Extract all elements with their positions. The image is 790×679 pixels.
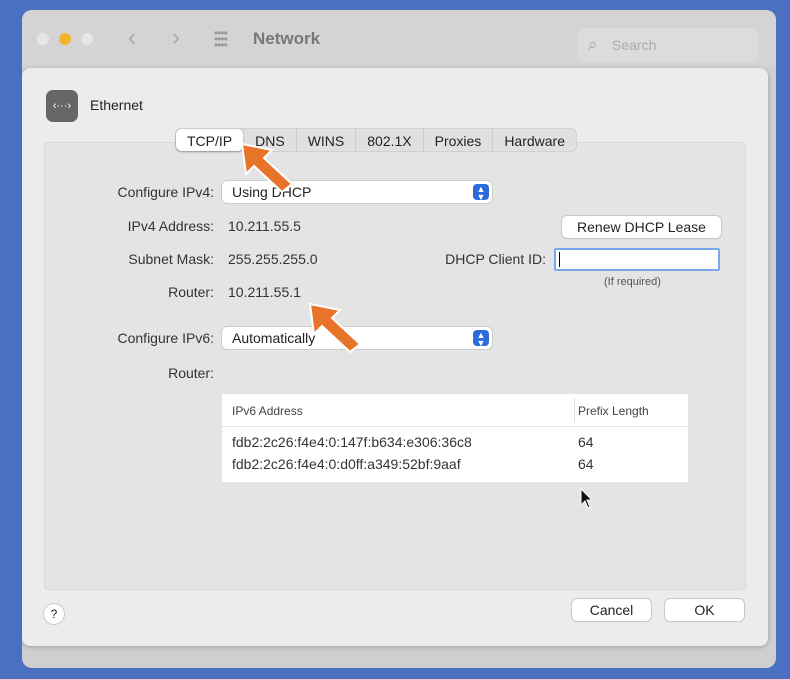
column-header-ipv6-address[interactable]: IPv6 Address <box>232 404 303 418</box>
search-icon: ⌕ <box>588 35 598 54</box>
tab-proxies[interactable]: Proxies <box>422 129 493 151</box>
title-bar: ‹ › •••• •••• •••• Network ⌕ Search <box>22 10 776 68</box>
tab-hardware[interactable]: Hardware <box>492 129 576 151</box>
cancel-button[interactable]: Cancel <box>572 599 651 621</box>
show-all-grid-icon[interactable]: •••• •••• •••• <box>214 27 236 51</box>
ipv6-address-table: IPv6 Address Prefix Length fdb2:2c26:f4e… <box>222 394 688 482</box>
ipv4-address-label: IPv4 Address: <box>127 218 214 234</box>
chevron-updown-icon: ▲ ▼ <box>473 330 489 348</box>
tab-8021x[interactable]: 802.1X <box>355 129 422 151</box>
configure-ipv6-value: Automatically <box>232 330 316 346</box>
renew-dhcp-lease-button[interactable]: Renew DHCP Lease <box>562 216 721 238</box>
tab-wins[interactable]: WINS <box>295 129 356 151</box>
table-row-1-prefix: 64 <box>578 434 594 450</box>
column-divider <box>574 398 575 422</box>
tab-tcpip[interactable]: TCP/IP <box>176 129 244 151</box>
table-row-2-prefix: 64 <box>578 456 594 472</box>
router-label: Router: <box>168 284 214 300</box>
header-divider <box>222 426 688 427</box>
annotation-arrow-icon <box>240 142 294 194</box>
subnet-mask-label: Subnet Mask: <box>128 251 214 267</box>
interface-name: Ethernet <box>90 97 143 113</box>
column-header-prefix-length[interactable]: Prefix Length <box>578 404 649 418</box>
dhcp-client-id-hint: (If required) <box>604 276 661 288</box>
search-field[interactable]: ⌕ Search <box>578 28 758 62</box>
table-row-2-address: fdb2:2c26:f4e4:0:d0ff:a349:52bf:9aaf <box>232 456 461 472</box>
ipv4-address-value: 10.211.55.5 <box>228 218 301 234</box>
network-window: ‹ › •••• •••• •••• Network ⌕ Search ‹···› … <box>22 10 776 668</box>
configure-ipv6-label: Configure IPv6: <box>117 330 215 346</box>
ethernet-icon: ‹···› <box>46 90 78 122</box>
router-value: 10.211.55.1 <box>228 284 301 300</box>
ipv6-router-label: Router: <box>168 365 214 381</box>
table-row-1-address: fdb2:2c26:f4e4:0:147f:b634:e306:36c8 <box>232 434 472 450</box>
mouse-cursor-icon <box>580 488 594 509</box>
annotation-arrow-icon <box>308 302 362 354</box>
dhcp-client-id-label: DHCP Client ID: <box>445 251 546 267</box>
zoom-button[interactable] <box>81 33 93 45</box>
minimize-button[interactable] <box>59 33 71 45</box>
ethernet-sheet: ‹···› Ethernet TCP/IP DNS WINS 802.1X Pr… <box>22 68 768 646</box>
search-placeholder: Search <box>612 37 657 53</box>
configure-ipv4-label: Configure IPv4: <box>117 184 215 200</box>
chevron-updown-icon: ▲ ▼ <box>473 184 489 202</box>
ok-button[interactable]: OK <box>665 599 744 621</box>
dhcp-client-id-input[interactable] <box>554 248 720 271</box>
help-button[interactable]: ? <box>44 604 64 624</box>
back-chevron-icon[interactable]: ‹ <box>128 24 136 52</box>
forward-chevron-icon[interactable]: › <box>172 24 180 52</box>
tab-bar: TCP/IP DNS WINS 802.1X Proxies Hardware <box>175 128 578 152</box>
window-title: Network <box>253 29 321 48</box>
subnet-mask-value: 255.255.255.0 <box>228 251 318 267</box>
close-button[interactable] <box>37 33 49 45</box>
